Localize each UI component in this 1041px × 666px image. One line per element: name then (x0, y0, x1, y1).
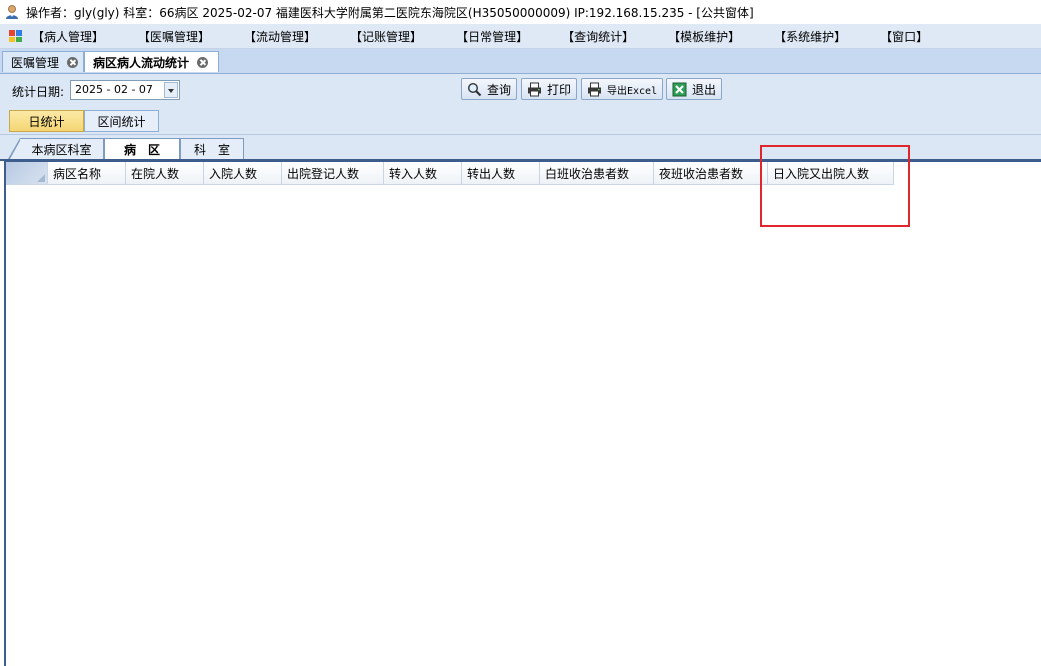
tab-order-management[interactable]: 医嘱管理 (2, 51, 84, 72)
query-button[interactable]: 查询 (461, 78, 517, 100)
grid-header: 病区名称 在院人数 入院人数 出院登记人数 转入人数 转出人数 白班收治患者数 … (6, 162, 894, 185)
tab-label: 病区病人流动统计 (93, 55, 190, 70)
exit-button[interactable]: 退出 (666, 78, 722, 100)
statistics-mode-tabs: 日统计 区间统计 (0, 106, 1041, 135)
menu-bar: 【病人管理】 【医嘱管理】 【流动管理】 【记账管理】 【日常管理】 【查询统计… (0, 24, 1041, 49)
chevron-down-icon[interactable] (164, 82, 178, 98)
export-excel-button[interactable]: 导出Excel (581, 78, 663, 100)
select-all-corner[interactable] (6, 162, 48, 185)
close-icon[interactable] (67, 56, 79, 68)
search-icon (467, 82, 482, 97)
print-button[interactable]: 打印 (521, 78, 577, 100)
tab-daily-statistics[interactable]: 日统计 (9, 110, 84, 132)
column-header-inpatient-count[interactable]: 在院人数 (126, 162, 204, 185)
query-label: 查询 (487, 82, 512, 97)
column-header-discharge-registration-count[interactable]: 出院登记人数 (282, 162, 384, 185)
column-header-night-shift-admitted[interactable]: 夜班收治患者数 (654, 162, 768, 185)
menu-query-statistics[interactable]: 【查询统计】 (562, 28, 634, 45)
tab-department[interactable]: 科 室 (180, 138, 244, 159)
print-label: 打印 (547, 82, 572, 97)
stat-date-picker[interactable]: 2025 - 02 - 07 (70, 80, 180, 100)
app-menu-icon[interactable] (8, 28, 24, 44)
stat-date-value[interactable]: 2025 - 02 - 07 (75, 83, 153, 96)
exit-label: 退出 (692, 82, 717, 97)
printer-icon (527, 82, 542, 97)
tab-label: 医嘱管理 (11, 55, 60, 70)
menu-system-maintenance[interactable]: 【系统维护】 (774, 28, 846, 45)
column-header-ward-name[interactable]: 病区名称 (48, 162, 126, 185)
ward-statistics-grid[interactable]: 病区名称 在院人数 入院人数 出院登记人数 转入人数 转出人数 白班收治患者数 … (4, 161, 1041, 666)
menu-flow-management[interactable]: 【流动管理】 (244, 28, 316, 45)
column-header-same-day-admit-discharge[interactable]: 日入院又出院人数 (768, 162, 894, 185)
tab-ward[interactable]: 病 区 (104, 138, 180, 159)
export-excel-label: 导出Excel (607, 85, 658, 97)
exit-icon (672, 82, 687, 97)
column-header-day-shift-admitted[interactable]: 白班收治患者数 (540, 162, 654, 185)
close-icon[interactable] (197, 56, 209, 68)
menu-billing-management[interactable]: 【记账管理】 (350, 28, 422, 45)
title-bar: 操作者：gly(gly) 科室：66病区 2025-02-07 福建医科大学附属… (0, 0, 1041, 24)
menu-daily-management[interactable]: 【日常管理】 (456, 28, 528, 45)
column-header-admission-count[interactable]: 入院人数 (204, 162, 282, 185)
column-header-transfer-out-count[interactable]: 转出人数 (462, 162, 540, 185)
tab-ward-patient-flow-statistics[interactable]: 病区病人流动统计 (84, 51, 219, 72)
menu-patient-management[interactable]: 【病人管理】 (32, 28, 104, 45)
date-label: 统计日期: (12, 85, 65, 99)
menu-window[interactable]: 【窗口】 (880, 28, 928, 45)
tab-ward-departments[interactable]: 本病区科室 (8, 138, 104, 159)
export-icon (587, 82, 602, 97)
menu-template-maintenance[interactable]: 【模板维护】 (668, 28, 740, 45)
menu-order-management[interactable]: 【医嘱管理】 (138, 28, 210, 45)
user-icon (4, 4, 20, 20)
column-header-transfer-in-count[interactable]: 转入人数 (384, 162, 462, 185)
tab-interval-statistics[interactable]: 区间统计 (84, 110, 159, 132)
view-tab-strip: 本病区科室 病 区 科 室 (0, 135, 1041, 161)
toolbar: 统计日期: 2025 - 02 - 07 查询 打印 导出Excel 退出 (0, 74, 1041, 106)
window-title: 操作者：gly(gly) 科室：66病区 2025-02-07 福建医科大学附属… (26, 5, 754, 20)
document-tab-strip: 医嘱管理 病区病人流动统计 (0, 49, 1041, 74)
